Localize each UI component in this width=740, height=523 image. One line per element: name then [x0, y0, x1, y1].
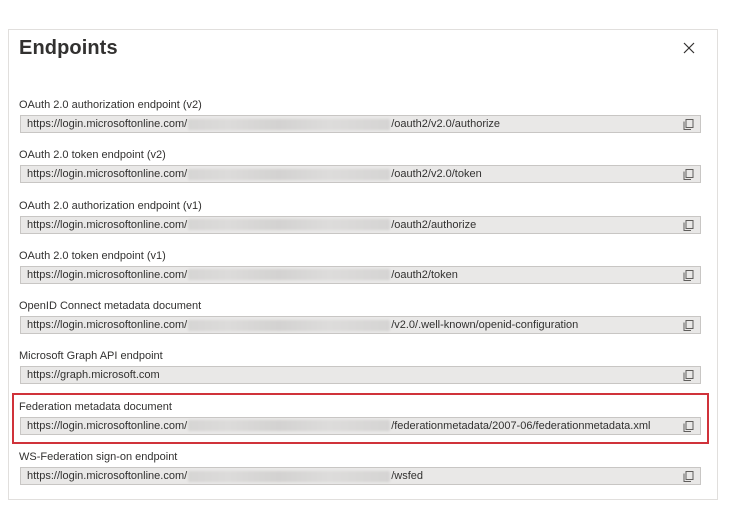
url-prefix: https://login.microsoftonline.com/ — [27, 118, 188, 130]
endpoint-label: Microsoft Graph API endpoint — [19, 350, 163, 363]
endpoint-url-field[interactable]: https://login.microsoftonline.com/ /oauth… — [20, 215, 701, 234]
endpoint-label: OpenID Connect metadata document — [19, 300, 202, 313]
copy-icon[interactable] — [683, 370, 694, 382]
url-suffix: /v2.0/.well-known/openid-configuration — [391, 319, 579, 332]
endpoint-item: OAuth 2.0 authorization endpoint (v2) htt… — [19, 99, 701, 149]
url-suffix: /oauth2/v2.0/token — [391, 168, 482, 181]
endpoint-url-field[interactable]: https://login.microsoftonline.com/ /feder… — [20, 416, 701, 435]
endpoint-item: OpenID Connect metadata document https://… — [19, 300, 701, 350]
redacted-tenant-id — [188, 118, 391, 130]
url-suffix: /federationmetadata/2007-06/federationme… — [391, 419, 651, 432]
endpoints-panel: Endpoints OAuth 2.0 authorization endpoi… — [8, 29, 718, 500]
copy-icon[interactable] — [683, 169, 694, 181]
endpoint-url-field[interactable]: https://login.microsoftonline.com/ /wsfed — [20, 467, 701, 486]
endpoint-label: WS-Federation sign-on endpoint — [19, 451, 178, 464]
endpoint-item: OAuth 2.0 token endpoint (v1) https://log… — [19, 250, 701, 300]
endpoint-url-field[interactable]: https://login.microsoftonline.com/ /v2.0/… — [20, 316, 701, 335]
url-prefix: https://login.microsoftonline.com/ — [27, 168, 188, 181]
url-suffix: /oauth2/authorize — [391, 218, 477, 231]
endpoint-label: OAuth 2.0 token endpoint (v1) — [19, 249, 166, 262]
url-prefix: https://graph.microsoft.com — [27, 369, 160, 382]
close-button[interactable] — [679, 38, 699, 58]
redacted-tenant-id — [188, 470, 391, 482]
redacted-tenant-id — [188, 420, 391, 432]
endpoint-url-field[interactable]: https://graph.microsoft.com — [20, 366, 701, 385]
copy-icon[interactable] — [683, 320, 694, 332]
endpoint-label: OAuth 2.0 authorization endpoint (v2) — [19, 99, 202, 111]
url-prefix: https://login.microsoftonline.com/ — [27, 268, 188, 281]
endpoint-url-field[interactable]: https://login.microsoftonline.com/ /oauth… — [20, 115, 701, 133]
url-suffix: /oauth2/token — [391, 268, 458, 281]
close-icon — [683, 42, 695, 54]
copy-icon[interactable] — [683, 119, 694, 130]
copy-icon[interactable] — [683, 471, 694, 483]
copy-icon[interactable] — [683, 420, 694, 432]
url-prefix: https://login.microsoftonline.com/ — [27, 319, 188, 332]
url-prefix: https://login.microsoftonline.com/ — [27, 470, 188, 483]
endpoint-url-field[interactable]: https://login.microsoftonline.com/ /oauth… — [20, 265, 701, 284]
endpoint-label: Federation metadata document — [19, 400, 172, 413]
url-prefix: https://login.microsoftonline.com/ — [27, 419, 188, 432]
url-prefix: https://login.microsoftonline.com/ — [27, 218, 188, 231]
endpoint-label: OAuth 2.0 authorization endpoint (v1) — [19, 199, 202, 212]
url-suffix: /oauth2/v2.0/authorize — [391, 118, 501, 130]
redacted-tenant-id — [188, 269, 391, 281]
url-suffix: /wsfed — [391, 470, 423, 483]
endpoint-item: OAuth 2.0 authorization endpoint (v1) htt… — [19, 200, 701, 250]
copy-icon[interactable] — [683, 269, 694, 281]
endpoint-item: Microsoft Graph API endpoint https://grap… — [19, 350, 701, 400]
endpoint-item: OAuth 2.0 token endpoint (v2) https://log… — [19, 149, 701, 199]
endpoint-label: OAuth 2.0 token endpoint (v2) — [19, 149, 166, 162]
endpoint-url-field[interactable]: https://login.microsoftonline.com/ /oauth… — [20, 165, 701, 184]
endpoint-list: OAuth 2.0 authorization endpoint (v2) htt… — [19, 99, 701, 501]
redacted-tenant-id — [188, 219, 391, 231]
redacted-tenant-id — [188, 168, 391, 180]
panel-title: Endpoints — [19, 37, 118, 59]
endpoint-item: WS-Federation sign-on endpoint https://lo… — [19, 451, 701, 501]
redacted-tenant-id — [188, 319, 391, 331]
copy-icon[interactable] — [683, 219, 694, 231]
endpoint-item: Federation metadata document https://logi… — [19, 401, 701, 451]
